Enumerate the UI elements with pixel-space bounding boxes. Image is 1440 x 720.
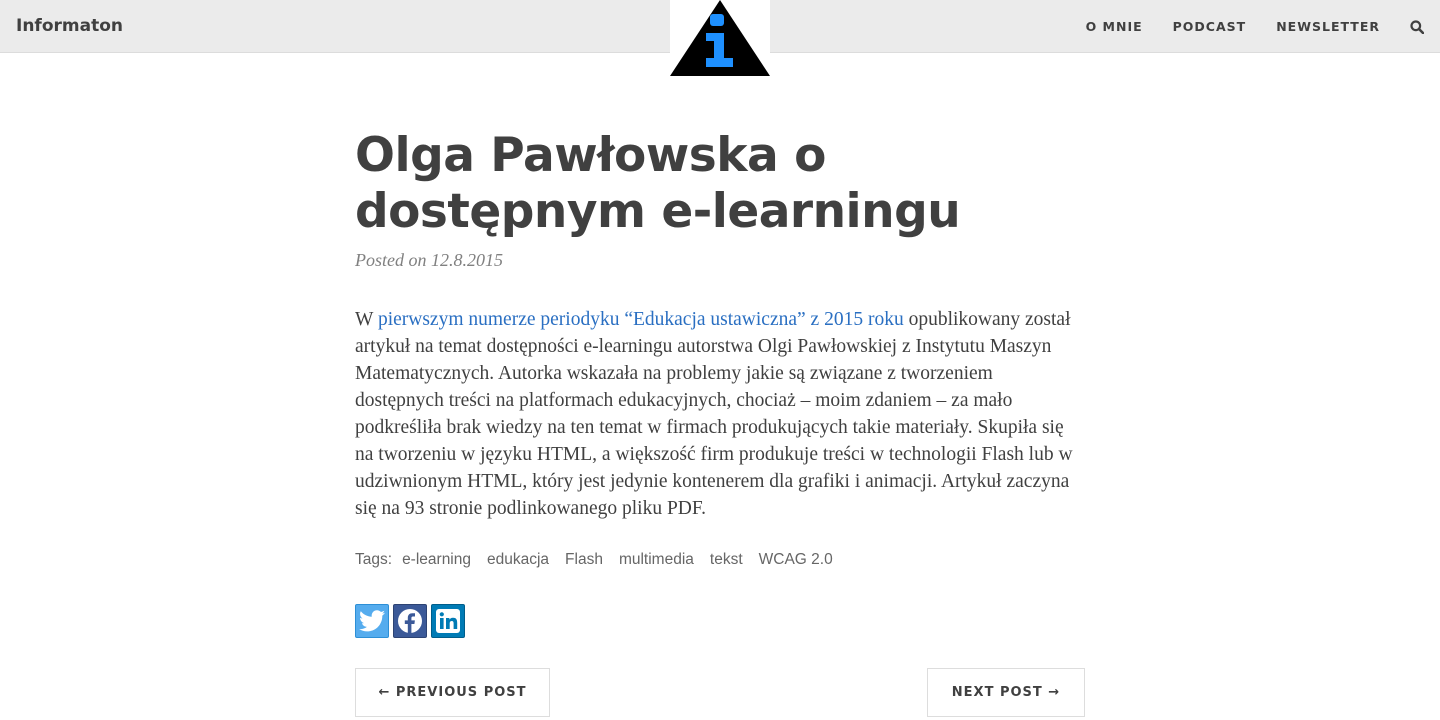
next-post-button[interactable]: NEXT POST → [927, 668, 1085, 717]
tag-link[interactable]: multimedia [619, 551, 694, 569]
periodical-link[interactable]: pierwszym numerze periodyku “Edukacja us… [378, 309, 904, 330]
previous-post-button[interactable]: ← PREVIOUS POST [355, 668, 550, 717]
linkedin-icon [436, 609, 460, 633]
share-buttons [355, 604, 469, 638]
info-triangle-logo [670, 0, 770, 76]
tag-link[interactable]: edukacja [487, 551, 549, 569]
post-tags: Tags: e-learning edukacja Flash multimed… [355, 551, 849, 569]
share-facebook-button[interactable] [393, 604, 427, 638]
brand-link[interactable]: Informaton [16, 15, 123, 37]
post-body-text: opublikowany został artykuł na temat dos… [355, 309, 1073, 519]
post-body: W pierwszym numerze periodyku “Edukacja … [355, 306, 1085, 522]
post-title: Olga Pawłowska o dostępnym e-learningu [355, 128, 961, 239]
twitter-icon [359, 610, 385, 632]
tag-link[interactable]: Flash [565, 551, 603, 569]
post-body-lead: W [355, 309, 378, 330]
site-logo[interactable] [670, 0, 770, 76]
post-date: Posted on 12.8.2015 [355, 250, 503, 270]
nav-link-newsletter[interactable]: NEWSLETTER [1276, 19, 1380, 34]
nav-links: O MNIE PODCAST NEWSLETTER [1086, 0, 1440, 53]
facebook-icon [398, 609, 422, 633]
tag-link[interactable]: e-learning [402, 551, 471, 569]
nav-link-podcast[interactable]: PODCAST [1173, 19, 1247, 34]
search-icon[interactable] [1410, 19, 1425, 34]
tag-link[interactable]: WCAG 2.0 [759, 551, 833, 569]
tags-label: Tags: [355, 551, 393, 568]
nav-link-o-mnie[interactable]: O MNIE [1086, 19, 1143, 34]
share-linkedin-button[interactable] [431, 604, 465, 638]
tag-link[interactable]: tekst [710, 551, 743, 569]
share-twitter-button[interactable] [355, 604, 389, 638]
